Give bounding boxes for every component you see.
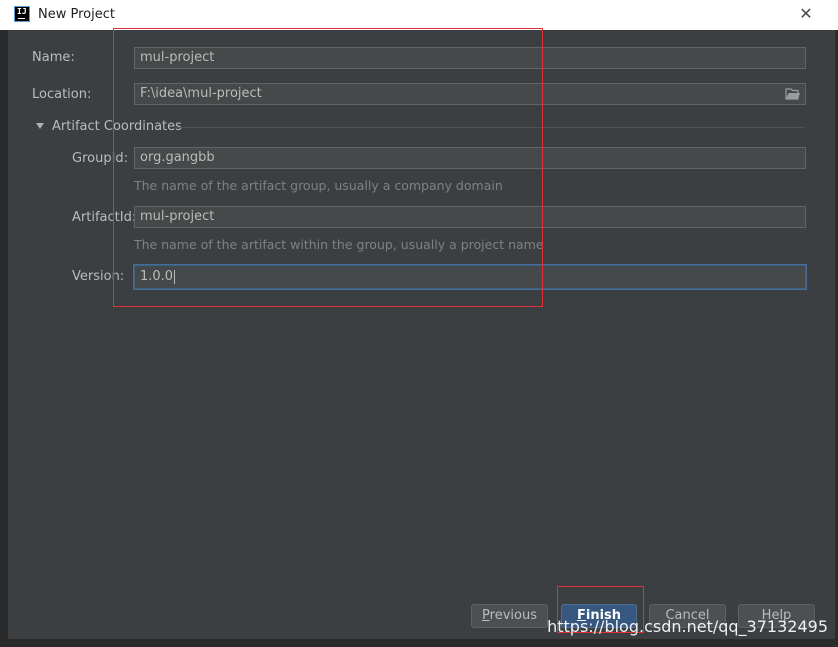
section-divider xyxy=(175,127,805,128)
location-value: F:\idea\mul-project xyxy=(140,86,262,101)
expand-triangle-icon xyxy=(36,123,44,129)
previous-label-rest: revious xyxy=(489,608,537,623)
artifact-coordinates-toggle[interactable]: Artifact Coordinates xyxy=(34,119,182,135)
location-field[interactable]: F:\idea\mul-project xyxy=(134,83,806,105)
artifact-id-field[interactable]: mul-project xyxy=(134,206,806,228)
folder-icon[interactable] xyxy=(785,87,801,101)
previous-mnemonic: P xyxy=(482,608,490,623)
artifact-id-label: ArtifactId: xyxy=(72,210,137,225)
text-caret xyxy=(174,269,176,284)
group-id-hint: The name of the artifact group, usually … xyxy=(134,178,503,193)
watermark-text: https://blog.csdn.net/qq_37132495 xyxy=(547,617,828,636)
window-title: New Project xyxy=(38,7,115,22)
intellij-idea-icon: IJ xyxy=(14,6,30,22)
new-project-dialog: IJ New Project ✕ Name: mul-project Locat… xyxy=(0,0,838,647)
window-border-bottom xyxy=(0,639,838,647)
previous-button[interactable]: Previous xyxy=(471,604,548,628)
version-value: 1.0.0 xyxy=(140,269,174,284)
name-label: Name: xyxy=(32,50,75,65)
title-bar: IJ New Project ✕ xyxy=(0,0,838,30)
group-id-field[interactable]: org.gangbb xyxy=(134,147,806,169)
section-title: Artifact Coordinates xyxy=(52,119,182,134)
window-border-left xyxy=(0,30,8,647)
name-field[interactable]: mul-project xyxy=(134,47,806,69)
group-id-label: GroupId: xyxy=(72,151,129,166)
version-field[interactable]: 1.0.0 xyxy=(134,265,806,289)
close-icon[interactable]: ✕ xyxy=(798,6,814,22)
version-label: Version: xyxy=(72,269,125,284)
artifact-id-hint: The name of the artifact within the grou… xyxy=(134,237,544,252)
location-label: Location: xyxy=(32,87,92,102)
